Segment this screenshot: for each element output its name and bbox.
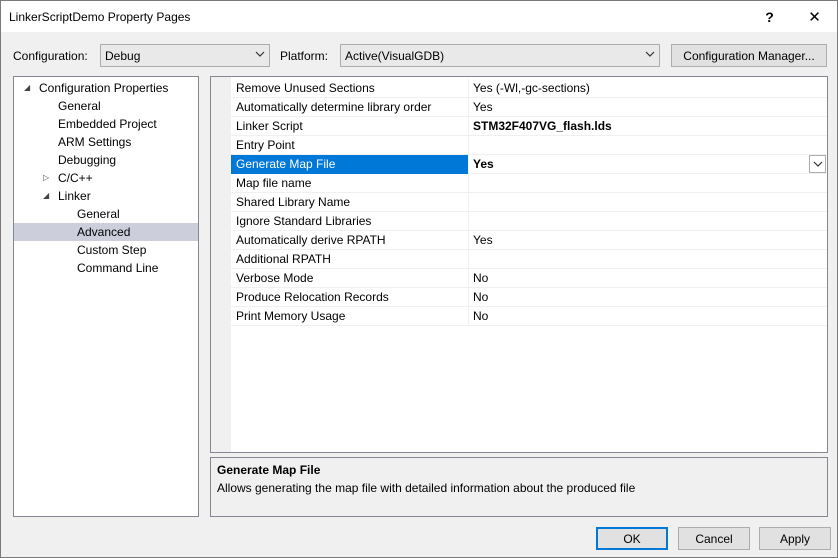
property-row-generate-map-file[interactable]: Generate Map File Yes (231, 155, 827, 174)
expanded-arrow-icon[interactable]: ◢ (24, 79, 30, 97)
tree-item-arm-settings[interactable]: ARM Settings (14, 133, 198, 151)
chevron-down-icon[interactable] (809, 155, 826, 173)
close-button[interactable]: ✕ (792, 1, 837, 32)
description-panel: Generate Map File Allows generating the … (210, 457, 828, 517)
property-row-verbose-mode[interactable]: Verbose Mode No (231, 269, 827, 288)
platform-value: Active(VisualGDB) (345, 49, 445, 63)
window-title: LinkerScriptDemo Property Pages (9, 10, 191, 24)
configuration-select[interactable]: Debug (100, 44, 270, 67)
grid-left-margin (211, 77, 231, 452)
tree-item-label: General (77, 207, 120, 221)
tree-item-command-line[interactable]: Command Line (14, 259, 198, 277)
property-row-linker-script[interactable]: Linker Script STM32F407VG_flash.lds (231, 117, 827, 136)
property-row-relocation-records[interactable]: Produce Relocation Records No (231, 288, 827, 307)
property-row-remove-unused-sections[interactable]: Remove Unused Sections Yes (-Wl,-gc-sect… (231, 79, 827, 98)
property-value[interactable]: Yes (-Wl,-gc-sections) (469, 79, 827, 98)
property-name: Automatically determine library order (231, 98, 469, 117)
property-pages-dialog: LinkerScriptDemo Property Pages ? ✕ Conf… (0, 0, 838, 558)
property-value[interactable] (469, 212, 827, 231)
tree-item-label: Debugging (58, 153, 117, 167)
chevron-down-icon (645, 49, 655, 62)
tree-item-debugging[interactable]: Debugging (14, 151, 198, 169)
property-name: Ignore Standard Libraries (231, 212, 469, 231)
property-tree: ◢ Configuration Properties General Embed… (13, 76, 199, 517)
description-title: Generate Map File (217, 463, 321, 477)
configuration-label: Configuration: (13, 49, 88, 63)
property-row-shared-library-name[interactable]: Shared Library Name (231, 193, 827, 212)
property-name: Additional RPATH (231, 250, 469, 269)
tree-item-linker[interactable]: ◢ Linker (14, 187, 198, 205)
property-value-editor[interactable]: Yes (469, 155, 827, 174)
tree-item-label: C/C++ (58, 171, 93, 185)
property-row-ignore-standard-libraries[interactable]: Ignore Standard Libraries (231, 212, 827, 231)
help-button[interactable]: ? (747, 1, 792, 32)
property-value[interactable] (469, 193, 827, 212)
tree-item-linker-general[interactable]: General (14, 205, 198, 223)
property-grid: Remove Unused Sections Yes (-Wl,-gc-sect… (210, 76, 828, 453)
tree-item-c-cpp[interactable]: ▷ C/C++ (14, 169, 198, 187)
property-name: Shared Library Name (231, 193, 469, 212)
tree-item-custom-step[interactable]: Custom Step (14, 241, 198, 259)
tree-item-label: ARM Settings (58, 135, 132, 149)
tree-item-linker-advanced[interactable]: Advanced (14, 223, 198, 241)
title-bar: LinkerScriptDemo Property Pages ? ✕ (1, 1, 837, 32)
property-value[interactable] (469, 250, 827, 269)
tree-item-label: Configuration Properties (39, 81, 169, 95)
property-name: Linker Script (231, 117, 469, 136)
tree-item-embedded-project[interactable]: Embedded Project (14, 115, 198, 133)
tree-item-label: Advanced (77, 225, 131, 239)
collapsed-arrow-icon[interactable]: ▷ (43, 169, 49, 187)
property-name: Entry Point (231, 136, 469, 155)
chevron-down-icon (255, 49, 265, 62)
property-name: Generate Map File (231, 155, 469, 174)
tree-item-general[interactable]: General (14, 97, 198, 115)
property-row-additional-rpath[interactable]: Additional RPATH (231, 250, 827, 269)
property-name: Print Memory Usage (231, 307, 469, 326)
property-name: Remove Unused Sections (231, 79, 469, 98)
tree-item-label: General (58, 99, 101, 113)
apply-button[interactable]: Apply (759, 527, 831, 550)
property-row-derive-rpath[interactable]: Automatically derive RPATH Yes (231, 231, 827, 250)
property-value[interactable]: No (469, 269, 827, 288)
property-name: Map file name (231, 174, 469, 193)
platform-select[interactable]: Active(VisualGDB) (340, 44, 660, 67)
tree-item-configuration-properties[interactable]: ◢ Configuration Properties (14, 79, 198, 97)
property-value[interactable]: No (469, 307, 827, 326)
property-row-print-memory-usage[interactable]: Print Memory Usage No (231, 307, 827, 326)
property-row-map-file-name[interactable]: Map file name (231, 174, 827, 193)
property-name: Produce Relocation Records (231, 288, 469, 307)
property-row-entry-point[interactable]: Entry Point (231, 136, 827, 155)
property-name: Verbose Mode (231, 269, 469, 288)
ok-button[interactable]: OK (596, 527, 668, 550)
configuration-manager-button[interactable]: Configuration Manager... (671, 44, 827, 67)
property-name: Automatically derive RPATH (231, 231, 469, 250)
property-value[interactable]: Yes (469, 98, 827, 117)
property-value[interactable]: No (469, 288, 827, 307)
property-value[interactable]: Yes (469, 231, 827, 250)
description-text: Allows generating the map file with deta… (217, 481, 636, 495)
platform-label: Platform: (280, 49, 329, 63)
tree-item-label: Embedded Project (58, 117, 157, 131)
tree-item-label: Custom Step (77, 243, 147, 257)
tree-item-label: Command Line (77, 261, 159, 275)
property-value[interactable] (469, 174, 827, 193)
expanded-arrow-icon[interactable]: ◢ (43, 187, 49, 205)
tree-item-label: Linker (58, 189, 91, 203)
configuration-value: Debug (105, 49, 141, 63)
property-row-library-order[interactable]: Automatically determine library order Ye… (231, 98, 827, 117)
property-value[interactable]: STM32F407VG_flash.lds (469, 117, 827, 136)
property-value[interactable] (469, 136, 827, 155)
cancel-button[interactable]: Cancel (678, 527, 750, 550)
